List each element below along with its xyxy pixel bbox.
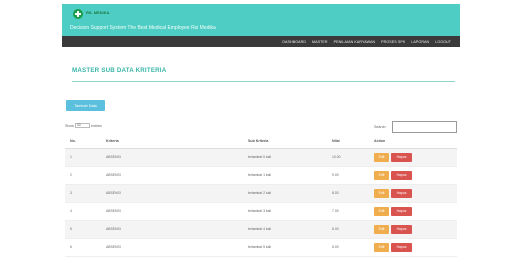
- cell-nilai: 5.00: [327, 238, 369, 257]
- show-label: Show: [65, 123, 74, 128]
- app-tagline: Decision Support System The Best Medical…: [70, 25, 216, 31]
- column-header-no[interactable]: No.: [65, 135, 101, 149]
- medical-cross-icon: [73, 9, 83, 19]
- entries-select[interactable]: 10: [75, 123, 90, 128]
- page-title: MASTER SUB DATA KRITERIA: [72, 67, 167, 74]
- top-navbar: DASHBOARD MASTER PENILAIAN KARYAWAN PROS…: [62, 36, 460, 47]
- edit-button[interactable]: Edit: [374, 152, 389, 162]
- cell-sub-kriteria: terlambat 1 kali: [243, 166, 327, 185]
- cell-action: Edit Hapus: [369, 184, 457, 203]
- cell-action: Edit Hapus: [369, 166, 457, 185]
- sub-kriteria-table: No. Kriteria Sub Kriteria Nilai Action 1…: [65, 135, 457, 257]
- cell-nilai: 8.00: [327, 184, 369, 203]
- search-label: Search:: [374, 125, 387, 129]
- title-divider: [72, 81, 455, 82]
- delete-button[interactable]: Hapus: [391, 242, 412, 252]
- cell-no: 6: [65, 238, 101, 257]
- edit-button[interactable]: Edit: [374, 224, 389, 234]
- cell-kriteria: ABSENSI: [101, 220, 243, 239]
- delete-button[interactable]: Hapus: [391, 170, 412, 180]
- cell-no: 4: [65, 202, 101, 221]
- cell-sub-kriteria: terlambat 4 kali: [243, 220, 327, 239]
- add-data-button[interactable]: Tambah Data: [66, 100, 105, 111]
- cell-kriteria: ABSENSI: [101, 184, 243, 203]
- edit-button[interactable]: Edit: [374, 170, 389, 180]
- cell-sub-kriteria: terlambat 2 kali: [243, 184, 327, 203]
- cell-nilai: 6.00: [327, 220, 369, 239]
- delete-button[interactable]: Hapus: [391, 224, 412, 234]
- nav-penilaian-karyawan[interactable]: PENILAIAN KARYAWAN: [334, 40, 376, 44]
- cell-sub-kriteria: terlambat 5 kali: [243, 238, 327, 257]
- table-row: 5 ABSENSI terlambat 4 kali 6.00 Edit Hapu…: [65, 220, 457, 239]
- column-header-kriteria[interactable]: Kriteria: [101, 135, 243, 149]
- column-header-action: Action: [369, 135, 457, 149]
- table-row: 4 ABSENSI terlambat 3 kali 7.00 Edit Hapu…: [65, 202, 457, 221]
- cell-no: 5: [65, 220, 101, 239]
- table-row: 6 ABSENSI terlambat 5 kali 5.00 Edit Hapu…: [65, 238, 457, 257]
- cell-kriteria: ABSENSI: [101, 148, 243, 167]
- table-row: 2 ABSENSI terlambat 1 kali 9.00 Edit Hapu…: [65, 166, 457, 185]
- app-window: RS. MEDIKA Decision Support System The B…: [62, 4, 460, 259]
- column-header-nilai[interactable]: Nilai: [327, 135, 369, 149]
- delete-button[interactable]: Hapus: [391, 206, 412, 216]
- edit-button[interactable]: Edit: [374, 188, 389, 198]
- nav-master[interactable]: MASTER: [312, 40, 328, 44]
- table-row: 1 ABSENSI terlambat 0 kali 10.00 Edit Hap…: [65, 148, 457, 167]
- nav-laporan[interactable]: LAPORAN: [411, 40, 429, 44]
- cell-nilai: 9.00: [327, 166, 369, 185]
- search-control: Search:: [374, 121, 458, 133]
- cell-action: Edit Hapus: [369, 148, 457, 167]
- edit-button[interactable]: Edit: [374, 242, 389, 252]
- cell-nilai: 10.00: [327, 148, 369, 167]
- entries-length-control: Show 10 entries: [65, 123, 102, 128]
- cell-action: Edit Hapus: [369, 202, 457, 221]
- cell-kriteria: ABSENSI: [101, 202, 243, 221]
- entries-label: entries: [91, 123, 102, 128]
- cell-no: 1: [65, 148, 101, 167]
- brand-name: RS. MEDIKA: [86, 10, 110, 15]
- delete-button[interactable]: Hapus: [391, 152, 412, 162]
- table-header-row: No. Kriteria Sub Kriteria Nilai Action: [65, 135, 457, 149]
- nav-proses-spk[interactable]: PROSES SPK: [381, 40, 405, 44]
- nav-logout[interactable]: LOGOUT: [435, 40, 451, 44]
- edit-button[interactable]: Edit: [374, 206, 389, 216]
- cell-no: 3: [65, 184, 101, 203]
- cell-nilai: 7.00: [327, 202, 369, 221]
- cell-kriteria: ABSENSI: [101, 166, 243, 185]
- nav-dashboard[interactable]: DASHBOARD: [282, 40, 306, 44]
- cell-no: 2: [65, 166, 101, 185]
- cell-kriteria: ABSENSI: [101, 238, 243, 257]
- cell-action: Edit Hapus: [369, 220, 457, 239]
- cell-sub-kriteria: terlambat 3 kali: [243, 202, 327, 221]
- table-row: 3 ABSENSI terlambat 2 kali 8.00 Edit Hapu…: [65, 184, 457, 203]
- brand-header: RS. MEDIKA Decision Support System The B…: [62, 4, 460, 36]
- cell-sub-kriteria: terlambat 0 kali: [243, 148, 327, 167]
- cell-action: Edit Hapus: [369, 238, 457, 257]
- search-input[interactable]: [392, 121, 458, 133]
- delete-button[interactable]: Hapus: [391, 188, 412, 198]
- column-header-sub-kriteria[interactable]: Sub Kriteria: [243, 135, 327, 149]
